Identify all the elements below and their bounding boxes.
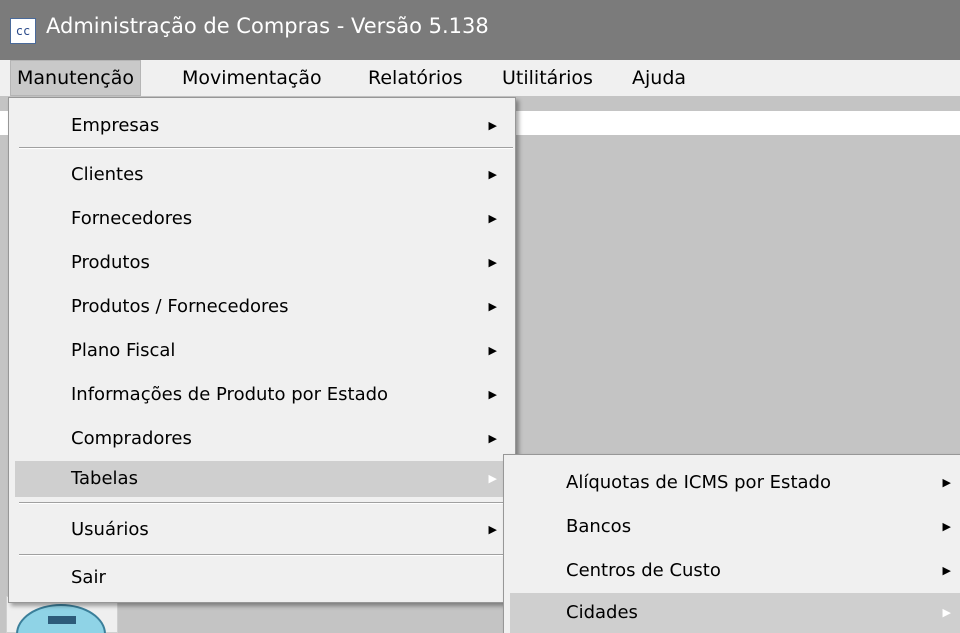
menu-separator xyxy=(19,502,513,504)
submenu-item-centros-custo[interactable]: Centros de Custo ▶ xyxy=(510,549,960,593)
menu-item-label: Produtos xyxy=(71,252,150,273)
menu-item-informacoes-produto-estado[interactable]: Informações de Produto por Estado ▶ xyxy=(15,373,509,417)
menu-item-tabelas[interactable]: Tabelas ▶ xyxy=(15,461,509,497)
menu-item-usuarios[interactable]: Usuários ▶ xyxy=(15,508,509,552)
menu-item-empresas[interactable]: Empresas ▶ xyxy=(15,106,509,146)
submenu-item-label: Cidades xyxy=(566,602,638,623)
submenu-arrow-icon: ▶ xyxy=(488,432,497,445)
submenu-arrow-icon: ▶ xyxy=(488,256,497,269)
menu-separator xyxy=(19,554,513,556)
tabelas-submenu: Alíquotas de ICMS por Estado ▶ Bancos ▶ … xyxy=(503,454,960,633)
menu-separator xyxy=(19,147,513,149)
submenu-arrow-icon: ▶ xyxy=(942,564,951,577)
menu-item-compradores[interactable]: Compradores ▶ xyxy=(15,417,509,461)
app-icon[interactable]: cc xyxy=(10,18,36,44)
submenu-item-bancos[interactable]: Bancos ▶ xyxy=(510,505,960,549)
submenu-arrow-icon: ▶ xyxy=(942,520,951,533)
menu-item-label: Fornecedores xyxy=(71,208,193,229)
submenu-item-label: Alíquotas de ICMS por Estado xyxy=(566,472,831,493)
submenu-arrow-icon: ▶ xyxy=(488,472,497,485)
menu-item-clientes[interactable]: Clientes ▶ xyxy=(15,153,509,197)
menu-utilitarios[interactable]: Utilitários xyxy=(496,60,599,96)
menu-item-label: Produtos / Fornecedores xyxy=(71,296,289,317)
submenu-arrow-icon: ▶ xyxy=(488,168,497,181)
submenu-arrow-icon: ▶ xyxy=(942,476,951,489)
menu-item-sair[interactable]: Sair xyxy=(15,558,509,598)
menu-item-produtos[interactable]: Produtos ▶ xyxy=(15,241,509,285)
submenu-item-aliquotas-icms[interactable]: Alíquotas de ICMS por Estado ▶ xyxy=(510,461,960,505)
submenu-arrow-icon: ▶ xyxy=(942,606,951,619)
title-bar: cc Administração de Compras - Versão 5.1… xyxy=(0,0,960,60)
menu-relatorios[interactable]: Relatórios xyxy=(362,60,469,96)
menu-item-fornecedores[interactable]: Fornecedores ▶ xyxy=(15,197,509,241)
menu-manutencao[interactable]: Manutenção xyxy=(10,60,142,96)
menu-item-label: Informações de Produto por Estado xyxy=(71,384,389,405)
menu-item-label: Tabelas xyxy=(71,468,138,489)
submenu-arrow-icon: ▶ xyxy=(488,212,497,225)
menu-item-label: Sair xyxy=(71,567,106,588)
menu-bar: Manutenção Movimentação Relatórios Utili… xyxy=(0,60,960,96)
submenu-item-label: Centros de Custo xyxy=(566,560,721,581)
menu-item-label: Compradores xyxy=(71,428,192,449)
menu-item-produtos-fornecedores[interactable]: Produtos / Fornecedores ▶ xyxy=(15,285,509,329)
submenu-item-cidades[interactable]: Cidades ▶ xyxy=(510,593,960,633)
menu-item-label: Usuários xyxy=(71,519,149,540)
submenu-arrow-icon: ▶ xyxy=(488,344,497,357)
submenu-arrow-icon: ▶ xyxy=(488,119,497,132)
window-title: Administração de Compras - Versão 5.138 xyxy=(46,14,489,38)
submenu-item-label: Bancos xyxy=(566,516,632,537)
menu-movimentacao[interactable]: Movimentação xyxy=(176,60,328,96)
submenu-arrow-icon: ▶ xyxy=(488,523,497,536)
menu-item-plano-fiscal[interactable]: Plano Fiscal ▶ xyxy=(15,329,509,373)
manutencao-dropdown: Empresas ▶ Clientes ▶ Fornecedores ▶ Pro… xyxy=(8,97,516,603)
submenu-arrow-icon: ▶ xyxy=(488,300,497,313)
menu-ajuda[interactable]: Ajuda xyxy=(626,60,692,96)
submenu-arrow-icon: ▶ xyxy=(488,388,497,401)
menu-item-label: Plano Fiscal xyxy=(71,340,176,361)
menu-item-label: Empresas xyxy=(71,115,160,136)
menu-item-label: Clientes xyxy=(71,164,144,185)
